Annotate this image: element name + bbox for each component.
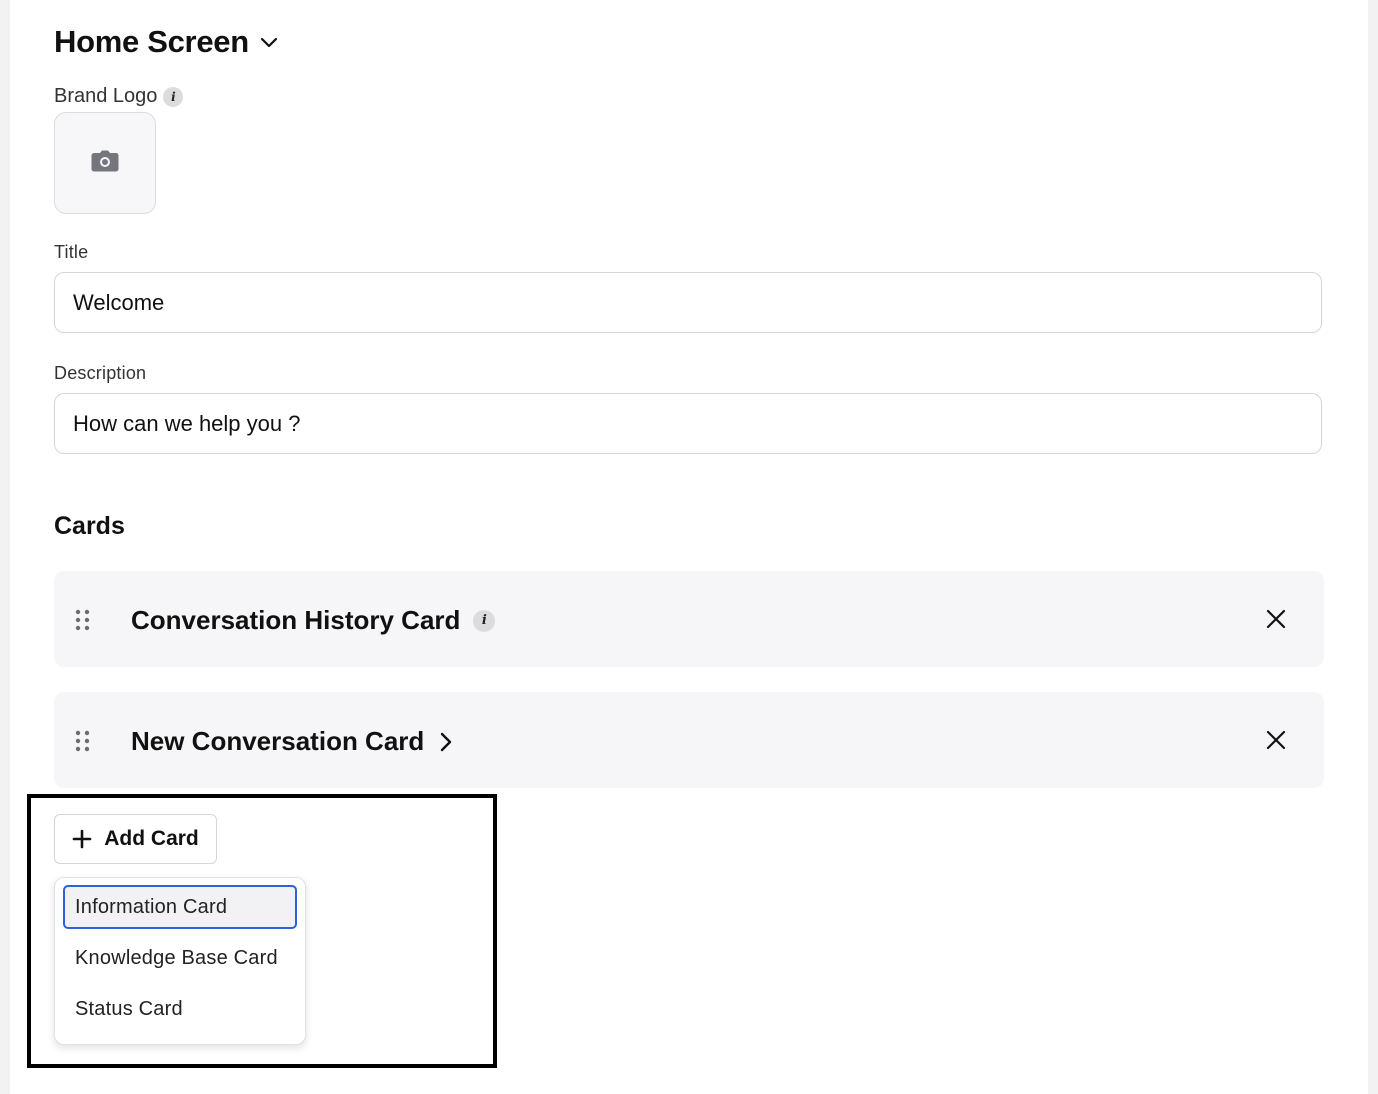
card-row-conversation-history[interactable]: Conversation History Card i	[54, 571, 1324, 667]
chevron-down-icon	[259, 35, 279, 54]
add-card-button[interactable]: Add Card	[54, 814, 217, 864]
card-title: Conversation History Card	[131, 605, 461, 635]
brand-logo-label-row: Brand Logo i	[54, 85, 184, 108]
remove-card-button[interactable]	[1264, 607, 1288, 631]
title-label: Title	[54, 242, 89, 262]
chevron-right-icon[interactable]	[440, 732, 452, 752]
plus-icon	[72, 829, 92, 849]
brand-logo-upload[interactable]	[54, 112, 156, 214]
menu-item-information-card[interactable]: Information Card	[63, 885, 297, 929]
section-title: Home Screen	[54, 24, 249, 59]
card-title: New Conversation Card	[131, 726, 425, 756]
info-icon[interactable]: i	[473, 609, 496, 632]
remove-card-button[interactable]	[1264, 728, 1288, 752]
description-input[interactable]	[54, 393, 1322, 454]
camera-icon	[91, 150, 119, 177]
brand-logo-label: Brand Logo	[54, 85, 158, 107]
menu-item-knowledge-base-card[interactable]: Knowledge Base Card	[63, 936, 297, 980]
cards-heading: Cards	[54, 512, 125, 540]
card-title-row: Conversation History Card i	[131, 605, 496, 636]
close-icon	[1266, 609, 1286, 629]
close-icon	[1266, 730, 1286, 750]
title-input[interactable]	[54, 272, 1322, 333]
menu-item-status-card[interactable]: Status Card	[63, 987, 297, 1031]
card-title-row: New Conversation Card	[131, 726, 452, 757]
description-label: Description	[54, 363, 147, 383]
card-row-new-conversation[interactable]: New Conversation Card	[54, 692, 1324, 788]
drag-handle-icon[interactable]	[74, 730, 92, 752]
add-card-menu: Information Card Knowledge Base Card Sta…	[54, 877, 306, 1045]
drag-handle-icon[interactable]	[74, 609, 92, 631]
add-card-label: Add Card	[104, 827, 199, 850]
home-screen-section-toggle[interactable]: Home Screen	[54, 24, 279, 60]
info-icon[interactable]: i	[163, 86, 184, 107]
